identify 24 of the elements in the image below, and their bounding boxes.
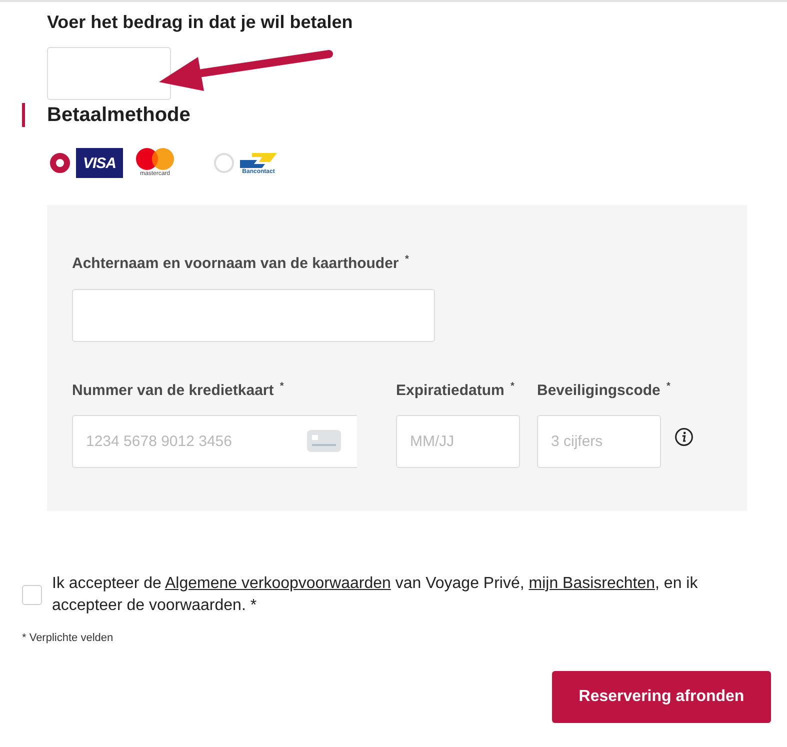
- consent-text: Ik accepteer de Algemene verkoopvoorwaarden van Voyage Privé, mijn Basisrechten, en ik accepteer de voorwaarden. *: [52, 574, 699, 616]
- info-icon[interactable]: [675, 428, 693, 446]
- text-input-field[interactable]: MM/JJ: [396, 415, 520, 468]
- field-label: Nummer van de kredietkaart $^{*}$: [72, 381, 284, 401]
- field-label: Achternaam en voornaam van de kaarthouder $^{*}$: [72, 254, 409, 274]
- amount-input-field[interactable]: [47, 47, 171, 100]
- text-input-field[interactable]: 1234 5678 9012 3456: [72, 415, 357, 468]
- text-input-field[interactable]: 3 cijfers: [537, 415, 661, 468]
- section-heading: Betaalmethode: [47, 103, 190, 127]
- radio-button[interactable]: [50, 153, 70, 173]
- terms-link[interactable]: Algemene verkoopvoorwaarden: [164, 575, 391, 592]
- accent-bar: [22, 103, 25, 127]
- visa-logo: VISA: [76, 148, 123, 178]
- text-input-field[interactable]: [72, 289, 435, 342]
- terms-link[interactable]: mijn Basisrechten: [528, 575, 656, 592]
- amount-heading: Voer het bedrag in dat je wil betalen: [47, 11, 353, 34]
- required-fields-note: * Verplichte velden: [22, 631, 114, 645]
- credit-card-icon: [307, 430, 341, 452]
- field-label: Beveiligingscode $^{*}$: [537, 381, 670, 401]
- field-label: Expiratiedatum $^{*}$: [396, 381, 514, 401]
- checkbox[interactable]: [22, 585, 42, 605]
- submit-button[interactable]: Reservering afronden: [552, 671, 771, 723]
- mastercard-circles-icon: [136, 148, 174, 170]
- bancontact-icon: [240, 152, 277, 168]
